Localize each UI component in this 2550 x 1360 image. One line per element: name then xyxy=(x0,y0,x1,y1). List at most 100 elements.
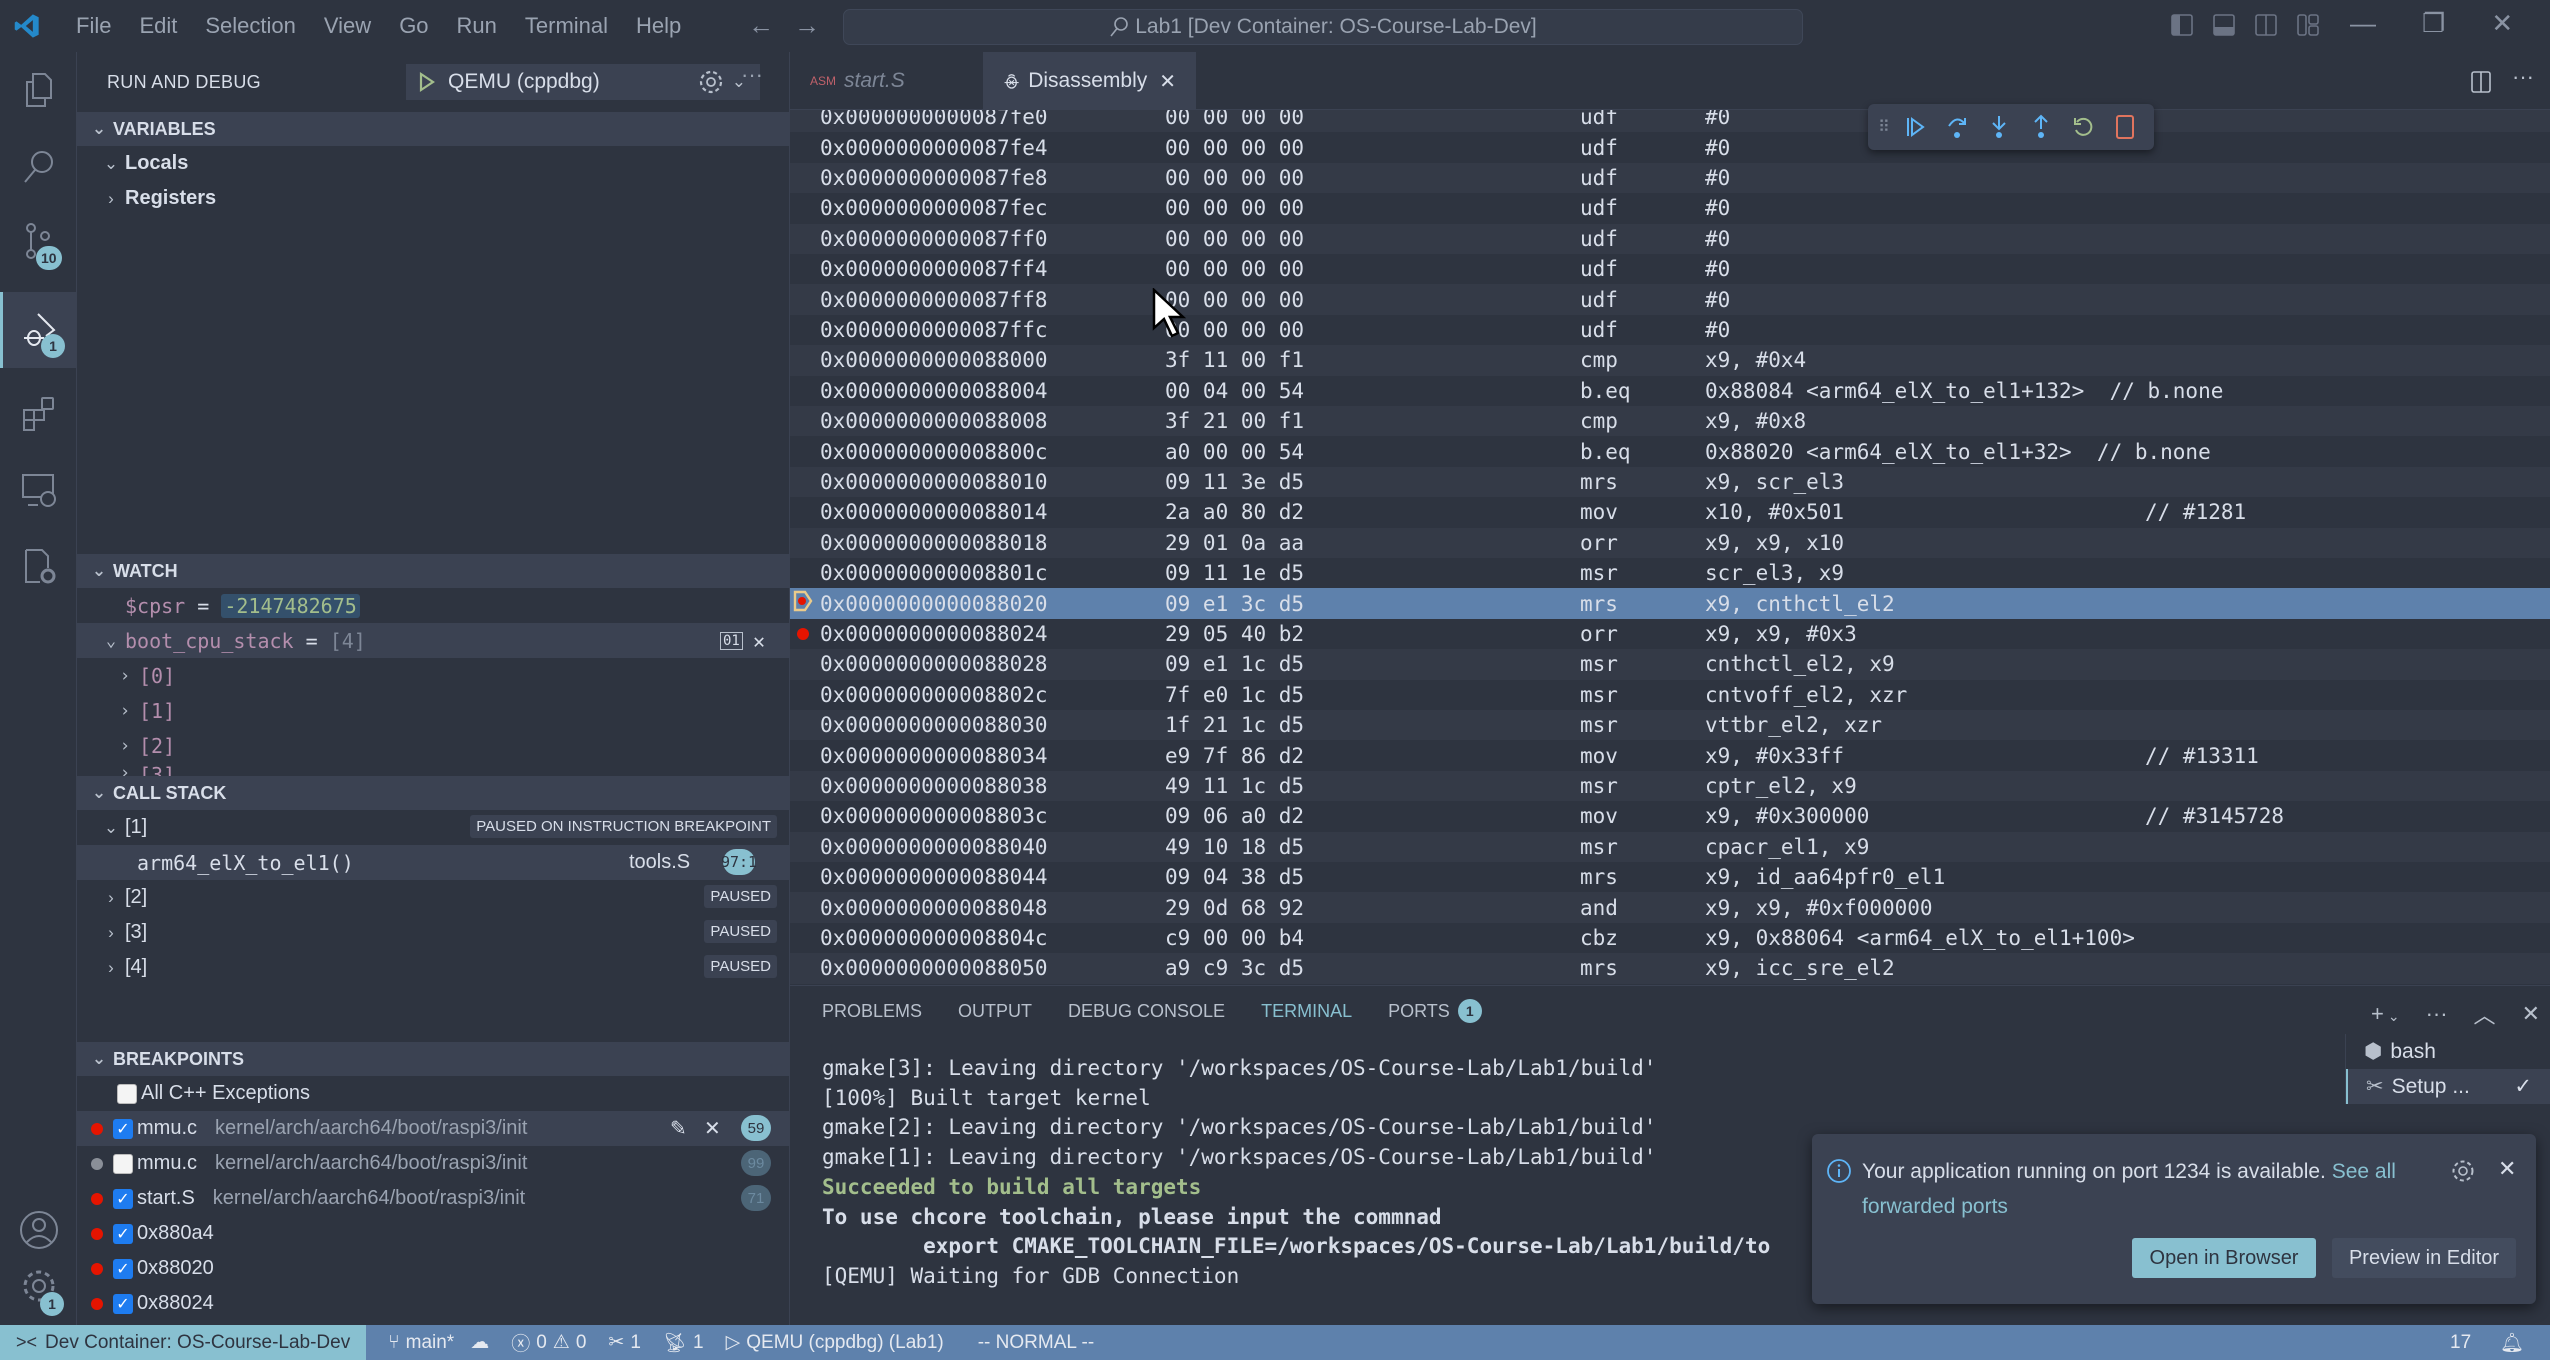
toggle-secondary-sidebar-icon[interactable] xyxy=(2254,13,2278,37)
view-binary-icon[interactable]: 01 xyxy=(720,631,743,650)
step-over-button[interactable] xyxy=(1942,112,1972,142)
terminal-item-bash[interactable]: ⬢ bash xyxy=(2346,1034,2550,1069)
panel-tab-problems[interactable]: PROBLEMS xyxy=(822,1001,922,1022)
checkbox[interactable] xyxy=(117,1083,137,1104)
activity-source-control[interactable]: 10 xyxy=(0,204,77,280)
activity-extensions[interactable] xyxy=(0,376,77,452)
breakpoint-item[interactable]: mmu.c kernel/arch/aarch64/boot/raspi3/in… xyxy=(77,1146,789,1181)
problems-indicator[interactable]: ⓧ 0 ⚠ 0 xyxy=(511,1329,586,1356)
panel-tab-terminal[interactable]: TERMINAL xyxy=(1261,1001,1352,1022)
menu-go[interactable]: Go xyxy=(385,13,442,39)
disassembly-row[interactable]: 0x0000000000088008 3f 21 00 f1 cmp x9, #0x8 xyxy=(790,406,2550,437)
more-actions-icon[interactable]: ··· xyxy=(2512,64,2534,90)
drag-handle-icon[interactable]: ⠿ xyxy=(1878,117,1890,137)
customize-layout-icon[interactable] xyxy=(2296,13,2320,37)
checkbox[interactable]: ✓ xyxy=(113,1188,133,1209)
disassembly-row[interactable]: 0x000000000008801c 09 11 1e d5 msr scr_el3,… xyxy=(790,558,2550,588)
menu-file[interactable]: File xyxy=(62,13,125,39)
watch-child[interactable]: › [2] xyxy=(77,728,789,763)
disassembly-row[interactable]: 0x0000000000088000 3f 11 00 f1 cmp x9, #0x4 xyxy=(790,345,2550,376)
remove-breakpoint-icon[interactable]: ✕ xyxy=(704,1116,721,1141)
disassembly-row[interactable]: 0x000000000008802c 7f e0 1c d5 msr cntvoff_… xyxy=(790,680,2550,710)
disassembly-row[interactable]: 0x0000000000088040 49 10 18 d5 msr cpacr_el… xyxy=(790,831,2550,862)
disassembly-row[interactable]: 0x0000000000087ffc 00 00 00 00 udf #0 xyxy=(790,315,2550,345)
continue-button[interactable] xyxy=(1900,112,1930,142)
activity-search[interactable] xyxy=(0,128,77,204)
remote-indicator[interactable]: >< Dev Container: OS-Course-Lab-Dev xyxy=(0,1325,367,1360)
menu-terminal[interactable]: Terminal xyxy=(511,13,622,39)
checkbox[interactable]: ✓ xyxy=(113,1258,133,1279)
breakpoint-item[interactable]: ✓ 0x88024 xyxy=(77,1286,789,1321)
new-terminal-icon[interactable]: + ⌄ xyxy=(2371,1001,2400,1027)
maximize-panel-icon[interactable]: ︿ xyxy=(2474,998,2496,1030)
restart-button[interactable] xyxy=(2068,112,2098,142)
disassembly-row[interactable]: 0x000000000008803c 09 06 a0 d2 mov x9, #0x3… xyxy=(790,801,2550,831)
close-tab-icon[interactable]: ✕ xyxy=(1159,69,1176,94)
git-branch[interactable]: ⑂ main* ☁ xyxy=(388,1331,489,1354)
watch-item-boot-cpu-stack[interactable]: ⌄ boot_cpu_stack = [4] 01 ✕ xyxy=(77,623,789,658)
breakpoints-section-header[interactable]: ⌄ BREAKPOINTS xyxy=(77,1042,789,1076)
panel-tab-debug-console[interactable]: DEBUG CONSOLE xyxy=(1068,1001,1225,1022)
tools-indicator[interactable]: ✂ 1 xyxy=(608,1331,641,1354)
ports-indicator[interactable]: 📡︎ 1 xyxy=(663,1331,704,1355)
breakpoint-exceptions[interactable]: All C++ Exceptions xyxy=(77,1076,789,1111)
gear-icon[interactable] xyxy=(697,68,725,96)
close-notification-icon[interactable]: ✕ xyxy=(2498,1156,2516,1182)
restore-icon[interactable]: ❐ xyxy=(2422,8,2445,39)
disassembly-row[interactable]: 0x0000000000088028 09 e1 1c d5 msr cnthctl_… xyxy=(790,649,2550,680)
activity-remote-explorer[interactable] xyxy=(0,452,77,528)
remove-expression-icon[interactable]: ✕ xyxy=(753,629,765,653)
disassembly-row[interactable]: 0x0000000000088018 29 01 0a aa orr x9, x9, … xyxy=(790,527,2550,558)
disassembly-row[interactable]: 0x0000000000087fec 00 00 00 00 udf #0 xyxy=(790,193,2550,223)
activity-cmake[interactable] xyxy=(0,528,77,604)
panel-tab-output[interactable]: OUTPUT xyxy=(958,1001,1032,1022)
call-stack-section-header[interactable]: ⌄ CALL STACK xyxy=(77,776,789,810)
stop-button[interactable] xyxy=(2110,112,2140,142)
disassembly-row[interactable]: 0x0000000000088010 09 11 3e d5 mrs x9, scr_… xyxy=(790,466,2550,498)
minimize-icon[interactable]: — xyxy=(2350,8,2376,39)
breakpoint-item[interactable]: ✓ 0x88020 xyxy=(77,1251,789,1286)
step-into-button[interactable] xyxy=(1984,112,2014,142)
menu-help[interactable]: Help xyxy=(622,13,695,39)
variables-section-header[interactable]: ⌄ VARIABLES xyxy=(77,112,789,146)
disassembly-row[interactable]: 0x0000000000087ff0 00 00 00 00 udf #0 xyxy=(790,223,2550,254)
menu-run[interactable]: Run xyxy=(443,13,511,39)
current-instruction-breakpoint-icon[interactable] xyxy=(793,590,813,617)
more-actions-icon[interactable]: ··· xyxy=(741,62,763,88)
disassembly-row[interactable]: 0x0000000000087fe8 00 00 00 00 udf #0 xyxy=(790,162,2550,194)
line-info[interactable]: 17 xyxy=(2450,1332,2471,1354)
debug-session-indicator[interactable]: ▷ QEMU (cppdbg) (Lab1) xyxy=(726,1331,944,1354)
watch-item-cpsr[interactable]: $cpsr = -2147482675 xyxy=(77,588,789,623)
back-arrow-icon[interactable]: ← xyxy=(748,10,774,41)
terminal-item-setup[interactable]: ✂ Setup ... ✓ xyxy=(2346,1069,2550,1104)
close-window-icon[interactable]: ✕ xyxy=(2491,8,2513,39)
disassembly-row[interactable]: 0x0000000000088020 09 e1 3c d5 mrs x9, cnth… xyxy=(790,588,2550,619)
toggle-primary-sidebar-icon[interactable] xyxy=(2170,13,2194,37)
preview-in-editor-button[interactable]: Preview in Editor xyxy=(2332,1238,2516,1278)
call-stack-thread[interactable]: › [3] PAUSED xyxy=(77,915,789,950)
open-in-browser-button[interactable]: Open in Browser xyxy=(2132,1238,2316,1278)
disassembly-view[interactable]: 0x0000000000087fe0 00 00 00 00 udf #0 0x0000… xyxy=(790,110,2550,985)
disassembly-row[interactable]: 0x0000000000088044 09 04 38 d5 mrs x9, id_a… xyxy=(790,862,2550,892)
forward-arrow-icon[interactable]: → xyxy=(794,10,820,41)
close-panel-icon[interactable]: ✕ xyxy=(2522,1001,2540,1027)
activity-manage[interactable]: 1 xyxy=(0,1248,77,1324)
toggle-panel-icon[interactable] xyxy=(2212,13,2236,37)
watch-child[interactable]: › [1] xyxy=(77,693,789,728)
step-out-button[interactable] xyxy=(2026,112,2056,142)
checkbox[interactable]: ✓ xyxy=(113,1118,133,1139)
tab-start-s[interactable]: ASM start.S xyxy=(790,52,983,110)
disassembly-row[interactable]: 0x0000000000088004 00 04 00 54 b.eq 0x88084… xyxy=(790,376,2550,406)
disassembly-row[interactable]: 0x0000000000088050 a9 c9 3c d5 mrs x9, icc_… xyxy=(790,953,2550,984)
checkbox[interactable]: ✓ xyxy=(113,1293,133,1314)
menu-edit[interactable]: Edit xyxy=(125,13,191,39)
notification-settings-icon[interactable] xyxy=(2450,1158,2476,1184)
disassembly-row[interactable]: 0x0000000000088048 29 0d 68 92 and x9, x9, … xyxy=(790,892,2550,923)
disassembly-row[interactable]: 0x0000000000088030 1f 21 1c d5 msr vttbr_el… xyxy=(790,710,2550,741)
terminal-output[interactable]: gmake[3]: Leaving directory '/workspaces… xyxy=(822,1054,1770,1292)
activity-run-and-debug[interactable]: 1 xyxy=(0,292,77,368)
breakpoint-item[interactable]: ✓ 0x880a4 xyxy=(77,1216,789,1251)
call-stack-thread[interactable]: ⌄ [1] PAUSED ON INSTRUCTION BREAKPOINT xyxy=(77,810,789,845)
disassembly-row[interactable]: 0x000000000008800c a0 00 00 54 b.eq 0x88020… xyxy=(790,436,2550,466)
disassembly-row[interactable]: 0x0000000000087ff4 00 00 00 00 udf #0 xyxy=(790,254,2550,284)
